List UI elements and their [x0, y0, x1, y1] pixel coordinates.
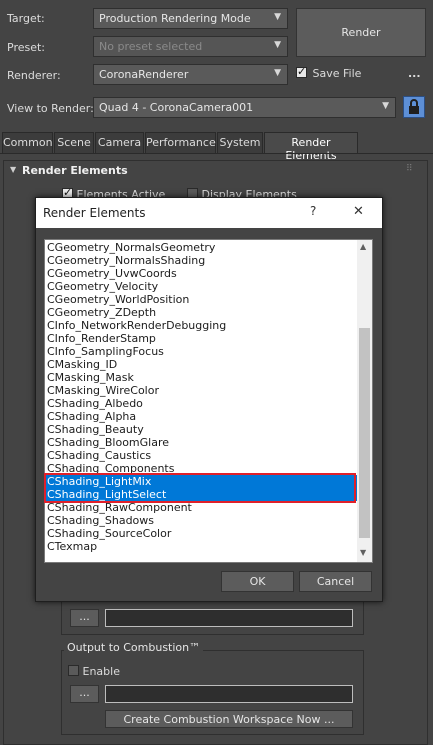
preset-dropdown[interactable]: No preset selected ▼	[93, 36, 288, 57]
tab-scene[interactable]: Scene	[54, 132, 94, 153]
path-field[interactable]	[105, 609, 353, 627]
tab-render-elements[interactable]: Render Elements	[264, 132, 358, 162]
render-elements-dialog: Render Elements ? ✕ CGeometry_NormalsGeo…	[35, 197, 383, 602]
list-item[interactable]: CShading_Components	[45, 462, 372, 475]
lock-view-button[interactable]	[403, 96, 425, 118]
view-to-render-value: Quad 4 - CoronaCamera001	[99, 101, 254, 114]
enable-checkbox[interactable]: Enable	[68, 665, 120, 679]
scroll-down-icon[interactable]: ▼	[360, 548, 370, 557]
chevron-down-icon: ▼	[382, 101, 389, 111]
list-item[interactable]: CMasking_ID	[45, 358, 372, 371]
list-scrollbar[interactable]: ▲ ▼	[357, 240, 372, 562]
preset-label: Preset:	[7, 41, 46, 54]
scrollbar-thumb[interactable]	[359, 328, 370, 538]
list-item[interactable]: CTexmap	[45, 540, 372, 553]
preset-value: No preset selected	[99, 40, 203, 53]
target-dropdown[interactable]: Production Rendering Mode ▼	[93, 8, 288, 29]
list-item[interactable]: CGeometry_UvwCoords	[45, 267, 372, 280]
list-item[interactable]: CMasking_Mask	[45, 371, 372, 384]
browse-button[interactable]: ...	[70, 609, 99, 627]
rollout-grip-icon: ⠿	[406, 164, 413, 174]
help-icon[interactable]: ?	[310, 204, 316, 218]
tab-system[interactable]: System	[217, 132, 263, 153]
combustion-path-field[interactable]	[105, 685, 353, 703]
save-file-checkbox[interactable]: Save File	[296, 65, 362, 81]
list-item[interactable]: CGeometry_NormalsGeometry	[45, 241, 372, 254]
cancel-button[interactable]: Cancel	[299, 571, 372, 592]
dialog-titlebar: Render Elements	[36, 198, 382, 228]
target-label: Target:	[7, 12, 45, 25]
list-items-container: CGeometry_NormalsGeometry CGeometry_Norma…	[45, 240, 372, 553]
list-item[interactable]: CGeometry_ZDepth	[45, 306, 372, 319]
dialog-title: Render Elements	[43, 206, 146, 220]
enable-label: Enable	[82, 665, 120, 678]
checkbox-unchecked-icon	[68, 665, 79, 676]
renderer-label: Renderer:	[7, 69, 61, 82]
list-item[interactable]: CInfo_NetworkRenderDebugging	[45, 319, 372, 332]
view-to-render-label: View to Render:	[7, 102, 94, 115]
rollout-title[interactable]: Render Elements	[22, 164, 128, 177]
tab-camera[interactable]: Camera	[95, 132, 144, 153]
tab-performance[interactable]: Performance	[145, 132, 216, 153]
save-file-label: Save File	[312, 67, 362, 80]
list-item[interactable]: CInfo_SamplingFocus	[45, 345, 372, 358]
list-item[interactable]: CShading_Caustics	[45, 449, 372, 462]
target-value: Production Rendering Mode	[99, 12, 251, 25]
list-item[interactable]: CShading_BloomGlare	[45, 436, 372, 449]
list-item[interactable]: CInfo_RenderStamp	[45, 332, 372, 345]
renderer-dropdown[interactable]: CoronaRenderer ▼	[93, 64, 288, 85]
list-item[interactable]: CMasking_WireColor	[45, 384, 372, 397]
list-item[interactable]: CShading_Albedo	[45, 397, 372, 410]
tab-divider	[0, 153, 433, 154]
create-combustion-workspace-button[interactable]: Create Combustion Workspace Now ...	[105, 710, 353, 728]
rollout-collapse-icon[interactable]: ▼	[10, 165, 16, 174]
combustion-browse-button[interactable]: ...	[70, 685, 99, 703]
list-item[interactable]: CShading_SourceColor	[45, 527, 372, 540]
checkbox-checked-icon	[296, 65, 307, 78]
render-button[interactable]: Render	[296, 8, 426, 57]
list-item[interactable]: CShading_Beauty	[45, 423, 372, 436]
close-icon[interactable]: ✕	[353, 204, 364, 219]
tab-common[interactable]: Common	[2, 132, 53, 153]
list-item[interactable]: CGeometry_NormalsShading	[45, 254, 372, 267]
ok-button[interactable]: OK	[221, 571, 294, 592]
chevron-down-icon: ▼	[274, 40, 281, 50]
chevron-down-icon: ▼	[274, 68, 281, 78]
list-item[interactable]: CGeometry_WorldPosition	[45, 293, 372, 306]
chevron-down-icon: ▼	[274, 12, 281, 22]
list-item[interactable]: CShading_LightMix	[45, 475, 372, 488]
render-elements-list[interactable]: CGeometry_NormalsGeometry CGeometry_Norma…	[44, 239, 373, 563]
list-item[interactable]: CShading_Alpha	[45, 410, 372, 423]
more-options-button[interactable]: ...	[408, 67, 421, 80]
view-to-render-dropdown[interactable]: Quad 4 - CoronaCamera001 ▼	[93, 97, 396, 118]
list-item[interactable]: CShading_RawComponent	[45, 501, 372, 514]
combustion-title: Output to Combustion™	[64, 641, 204, 654]
scroll-up-icon[interactable]: ▲	[360, 242, 370, 251]
list-item[interactable]: CShading_Shadows	[45, 514, 372, 527]
list-item[interactable]: CShading_LightSelect	[45, 488, 372, 501]
list-item[interactable]: CGeometry_Velocity	[45, 280, 372, 293]
renderer-value: CoronaRenderer	[99, 68, 189, 81]
lock-icon	[409, 99, 419, 114]
